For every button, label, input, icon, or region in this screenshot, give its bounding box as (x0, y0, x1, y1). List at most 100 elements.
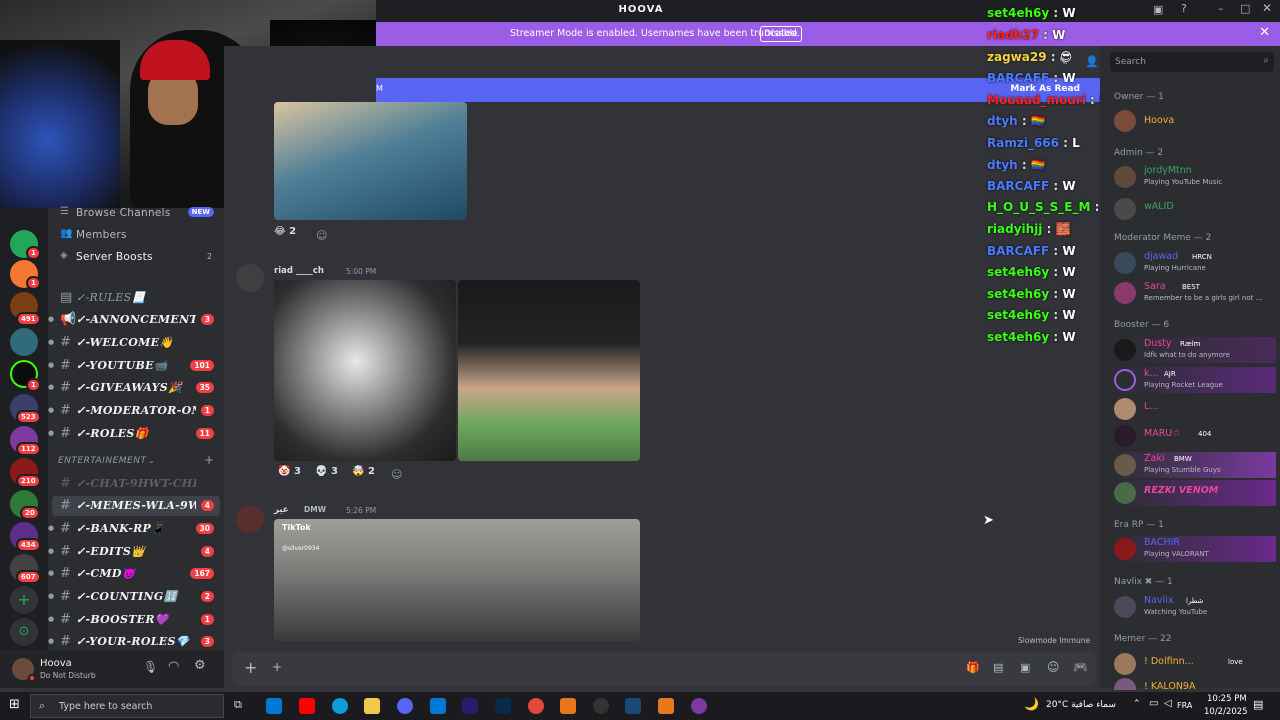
app-icon-amber[interactable] (658, 698, 674, 714)
gear-icon[interactable]: ⚙ (194, 658, 206, 673)
outlook-icon[interactable] (430, 698, 446, 714)
emoji-icon[interactable]: ☺ (1047, 660, 1060, 674)
member-item[interactable]: Zaki BMW Playing Stumble Guys (1114, 452, 1276, 478)
headphones-icon[interactable]: ◠ (168, 659, 179, 674)
channel-announcements[interactable]: ●📢✓-ANNONCEMENTS...3 (48, 310, 224, 330)
premiere-icon[interactable] (462, 698, 478, 714)
app-icon-violet[interactable] (691, 698, 707, 714)
app-icon-orange[interactable] (560, 698, 576, 714)
channel-your-roles[interactable]: ● # ✓-YOUR-ROLES💎 3 (48, 632, 224, 652)
chevron-down-icon[interactable]: ⌄ (148, 456, 155, 465)
adobe-illustrator-icon[interactable] (299, 698, 315, 714)
reaction-clown[interactable]: 🤡 3 (278, 466, 301, 486)
channel-moderator[interactable]: ●#✓-MODERATOR-ON...1 (48, 401, 224, 421)
channel-booster[interactable]: ● # ✓-BOOSTER💜 1 (48, 610, 224, 630)
reaction-laugh[interactable]: 😂 2 (274, 226, 296, 246)
weather-text[interactable]: 20°C سماء صافية (1046, 700, 1116, 710)
store-icon[interactable] (266, 698, 282, 714)
reaction-mindblown[interactable]: 🤯 2 (352, 466, 375, 486)
member-item[interactable]: ! Dolfinn... love (1114, 651, 1276, 677)
channel-roles[interactable]: ● # ✓-ROLES🎁 11 (48, 424, 224, 444)
channel-counting[interactable]: ● # ✓-COUNTING🔢 2 (48, 587, 224, 607)
gif-icon[interactable]: ▤ (993, 661, 1003, 674)
message-author[interactable]: عير (274, 505, 289, 515)
member-item[interactable]: MARU☆ 404 (1114, 423, 1276, 449)
member-item[interactable]: BACHIR Playing VALORANT (1114, 536, 1276, 562)
member-item[interactable]: ! KALON9A (1114, 676, 1276, 690)
microphone-icon[interactable]: 🎙 (143, 660, 158, 674)
avatar[interactable] (236, 264, 264, 292)
member-item[interactable]: djawad HRCN Playing Hurricane (1114, 250, 1276, 276)
gift-icon[interactable]: 🎁 (966, 661, 980, 674)
channel-giveaways[interactable]: ● # ✓-GIVEAWAYS🎉 35 (48, 378, 224, 398)
reaction-skull[interactable]: 💀 3 (315, 466, 338, 486)
channel-youtube[interactable]: ● # ✓-YOUTUBE📹 101 (48, 356, 224, 376)
help-icon[interactable]: ? (1181, 2, 1187, 15)
discord-icon[interactable] (397, 698, 413, 714)
category-entertainement[interactable]: ENTERTAINEMENT (58, 456, 146, 466)
member-list-icon[interactable]: 👤 (1085, 55, 1099, 68)
avatar[interactable] (236, 505, 264, 533)
notifications-icon[interactable]: ▤ (1253, 698, 1263, 711)
message-author[interactable]: riad ____ch (274, 266, 324, 276)
message-video-fight[interactable]: TikTok @silver0934 (274, 519, 640, 641)
disable-streamer-mode-button[interactable]: Disable (760, 26, 802, 42)
maximize-icon[interactable]: □ (1240, 2, 1250, 15)
channel-rules[interactable]: ▤ ✓-RULES📃 (48, 288, 224, 308)
apps-icon[interactable]: + (272, 660, 282, 674)
chrome-icon[interactable] (528, 698, 544, 714)
activities-icon[interactable]: 🎮 (1073, 660, 1088, 674)
file-explorer-icon[interactable] (364, 698, 380, 714)
edge-icon[interactable] (332, 698, 348, 714)
add-reaction-icon[interactable]: ☺ (316, 229, 327, 242)
tray-chevron-icon[interactable]: ⌃ (1133, 699, 1141, 709)
task-view-icon[interactable]: ⧉ (234, 698, 242, 712)
channel-cmd[interactable]: ● # ✓-CMD😈 167 (48, 564, 224, 584)
member-item[interactable]: REZKI VENOM (1114, 480, 1276, 506)
obs-icon[interactable] (593, 698, 609, 714)
channel-memes[interactable]: #✓-MEMES-WLA-9W...4 (52, 496, 220, 516)
volume-icon[interactable]: ◁ (1164, 698, 1172, 709)
message-image-fish[interactable] (274, 102, 467, 220)
message-image-face[interactable] (274, 280, 456, 461)
username[interactable]: Hoova (40, 658, 72, 669)
steam-icon[interactable] (625, 698, 641, 714)
minimize-icon[interactable]: – (1218, 2, 1224, 15)
message-image-person[interactable] (458, 280, 640, 461)
add-reaction-icon[interactable]: ☺ (391, 468, 402, 481)
taskbar-search-input[interactable]: ⌕ Type here to search (30, 694, 224, 718)
close-window-icon[interactable]: ✕ (1262, 1, 1272, 15)
channel-edits[interactable]: ● # ✓-EDITS👑 4 (48, 542, 224, 562)
language-indicator[interactable]: FRA (1177, 701, 1192, 710)
member-item[interactable]: Dusty Rælm Idfk what to do anymore (1114, 337, 1276, 363)
server-icon-teal[interactable] (10, 328, 38, 356)
member-item[interactable]: k... AJR Playing Rocket League (1114, 367, 1276, 393)
close-icon[interactable]: ✕ (1259, 25, 1270, 40)
pin-icon[interactable]: ✎ (1059, 55, 1068, 68)
explore-servers-icon[interactable]: ⊙ (10, 618, 38, 646)
member-item[interactable]: jordyMtnn Playing YouTube Music (1114, 164, 1276, 190)
member-item[interactable]: L... (1114, 396, 1276, 422)
add-attachment-icon[interactable]: + (244, 658, 257, 677)
channel-chat[interactable]: #✓-CHAT-9HWT-CHRGUI (48, 474, 224, 494)
network-icon[interactable]: ▭ (1149, 698, 1158, 709)
sticker-icon[interactable]: ▣ (1020, 661, 1030, 674)
channel-bank-rp[interactable]: ● # ✓-BANK-RP📱 30 (48, 519, 224, 539)
add-server-icon[interactable]: + (10, 586, 38, 614)
member-item[interactable]: Hoova (1114, 108, 1276, 134)
windows-start-icon[interactable]: ⊞ (9, 697, 20, 712)
search-input[interactable]: Search ⌕ (1110, 52, 1274, 72)
add-channel-icon[interactable]: + (204, 453, 214, 467)
clock-date[interactable]: 10/2/2025 (1204, 707, 1248, 717)
inbox-icon[interactable]: ▣ (1153, 3, 1163, 16)
channel-welcome[interactable]: ● # ✓-WELCOME👋 (48, 333, 224, 353)
browse-channels[interactable]: ☰ Browse Channels NEW (48, 204, 224, 224)
clock-time[interactable]: 10:25 PM (1207, 694, 1247, 704)
server-boosts-link[interactable]: ◈ Server Boosts 2 (48, 248, 224, 268)
member-item[interactable]: wALID (1114, 196, 1276, 222)
photoshop-icon[interactable] (495, 698, 511, 714)
message-composer[interactable]: + + 🎁 ▤ ▣ ☺ 🎮 (232, 652, 1096, 686)
member-item[interactable]: Sara BEST Remember to be a girls girl not … (1114, 280, 1276, 306)
member-item[interactable]: Navlix شطرا Watching YouTube (1114, 594, 1276, 620)
members-link[interactable]: 👥 Members (48, 226, 224, 246)
